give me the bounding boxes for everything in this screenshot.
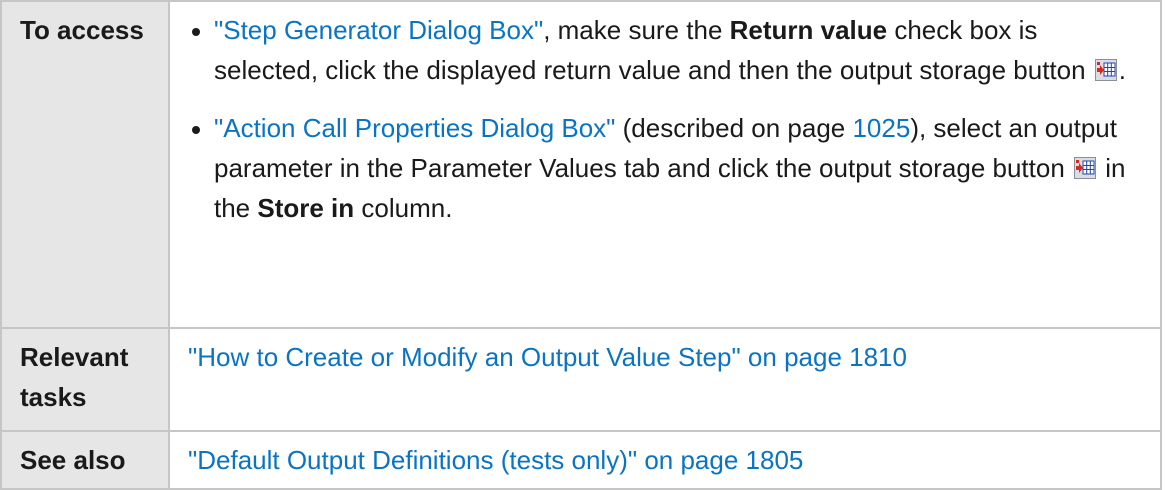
row-relevant-tasks: Relevant tasks "How to Create or Modify …: [0, 327, 1162, 432]
row-see-also: See also "Default Output Definitions (te…: [0, 430, 1162, 490]
output-storage-icon: [1074, 150, 1097, 179]
bold-return-value: Return value: [729, 15, 888, 45]
bullet-step-generator: "Step Generator Dialog Box", make sure t…: [188, 10, 1142, 90]
info-table: To access "Step Generator Dialog Box", m…: [0, 0, 1162, 490]
text: .: [1118, 55, 1127, 85]
link-action-call-properties-dialog-box[interactable]: "Action Call Properties Dialog Box": [214, 113, 615, 143]
row-content-relevant-tasks: "How to Create or Modify an Output Value…: [168, 327, 1162, 432]
bold-store-in: Store in: [257, 193, 355, 223]
bullet-dot: [192, 126, 200, 134]
link-page-1025[interactable]: 1025: [852, 113, 910, 143]
text: column.: [354, 193, 453, 223]
text: , make sure the: [543, 15, 730, 45]
row-content-to-access: "Step Generator Dialog Box", make sure t…: [168, 0, 1162, 329]
text: (described on page: [615, 113, 853, 143]
row-content-see-also: "Default Output Definitions (tests only)…: [168, 430, 1162, 490]
row-header-relevant-tasks: Relevant tasks: [0, 327, 170, 432]
bullet-list: "Step Generator Dialog Box", make sure t…: [188, 10, 1142, 228]
link-default-output-definitions[interactable]: "Default Output Definitions (tests only)…: [188, 445, 803, 475]
row-header-see-also: See also: [0, 430, 170, 490]
link-how-to-create-output-value-step[interactable]: "How to Create or Modify an Output Value…: [188, 342, 907, 372]
output-storage-icon: [1094, 52, 1117, 81]
link-step-generator-dialog-box[interactable]: "Step Generator Dialog Box": [214, 15, 543, 45]
row-header-to-access: To access: [0, 0, 170, 329]
bullet-dot: [192, 28, 200, 36]
row-to-access: To access "Step Generator Dialog Box", m…: [0, 0, 1162, 329]
bullet-action-call: "Action Call Properties Dialog Box" (des…: [188, 108, 1142, 228]
